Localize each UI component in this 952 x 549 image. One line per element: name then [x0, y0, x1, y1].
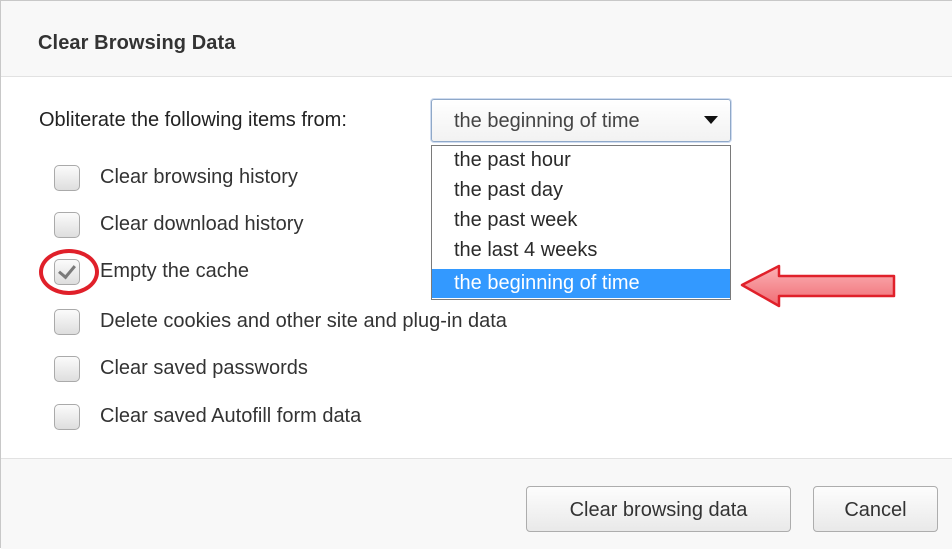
- clear-browsing-data-button[interactable]: Clear browsing data: [526, 486, 791, 532]
- cancel-button[interactable]: Cancel: [813, 486, 938, 532]
- delete-cookies-checkbox[interactable]: [54, 309, 80, 335]
- clear-browsing-history-checkbox[interactable]: [54, 165, 80, 191]
- clear-passwords-checkbox[interactable]: [54, 356, 80, 382]
- dialog-header: Clear Browsing Data: [1, 1, 952, 77]
- checkbox-label: Clear browsing history: [100, 166, 298, 188]
- option-beginning-of-time[interactable]: the beginning of time: [432, 269, 730, 298]
- option-past-day[interactable]: the past day: [432, 176, 730, 205]
- time-range-select[interactable]: the beginning of time: [431, 99, 731, 142]
- chevron-down-icon: [704, 116, 718, 124]
- red-circle-annotation: [39, 249, 99, 295]
- clear-download-history-checkbox[interactable]: [54, 212, 80, 238]
- time-range-selected-value: the beginning of time: [454, 110, 640, 132]
- checkbox-label: Clear saved passwords: [100, 357, 308, 379]
- checkbox-label: Delete cookies and other site and plug-i…: [100, 310, 507, 332]
- option-past-hour[interactable]: the past hour: [432, 146, 730, 175]
- red-arrow-annotation: [740, 264, 896, 308]
- arrow-shape: [740, 264, 896, 308]
- time-range-prompt: Obliterate the following items from:: [39, 109, 347, 131]
- option-past-week[interactable]: the past week: [432, 206, 730, 235]
- option-last-4-weeks[interactable]: the last 4 weeks: [432, 236, 730, 265]
- time-range-dropdown-list: the past hour the past day the past week…: [431, 145, 731, 300]
- checkbox-label: Clear saved Autofill form data: [100, 405, 362, 427]
- checkbox-label: Empty the cache: [100, 260, 249, 282]
- dialog-title: Clear Browsing Data: [38, 32, 236, 54]
- dialog-footer: [1, 458, 952, 549]
- clear-browsing-data-dialog: Clear Browsing Data Obliterate the follo…: [0, 0, 952, 549]
- clear-autofill-checkbox[interactable]: [54, 404, 80, 430]
- checkbox-label: Clear download history: [100, 213, 304, 235]
